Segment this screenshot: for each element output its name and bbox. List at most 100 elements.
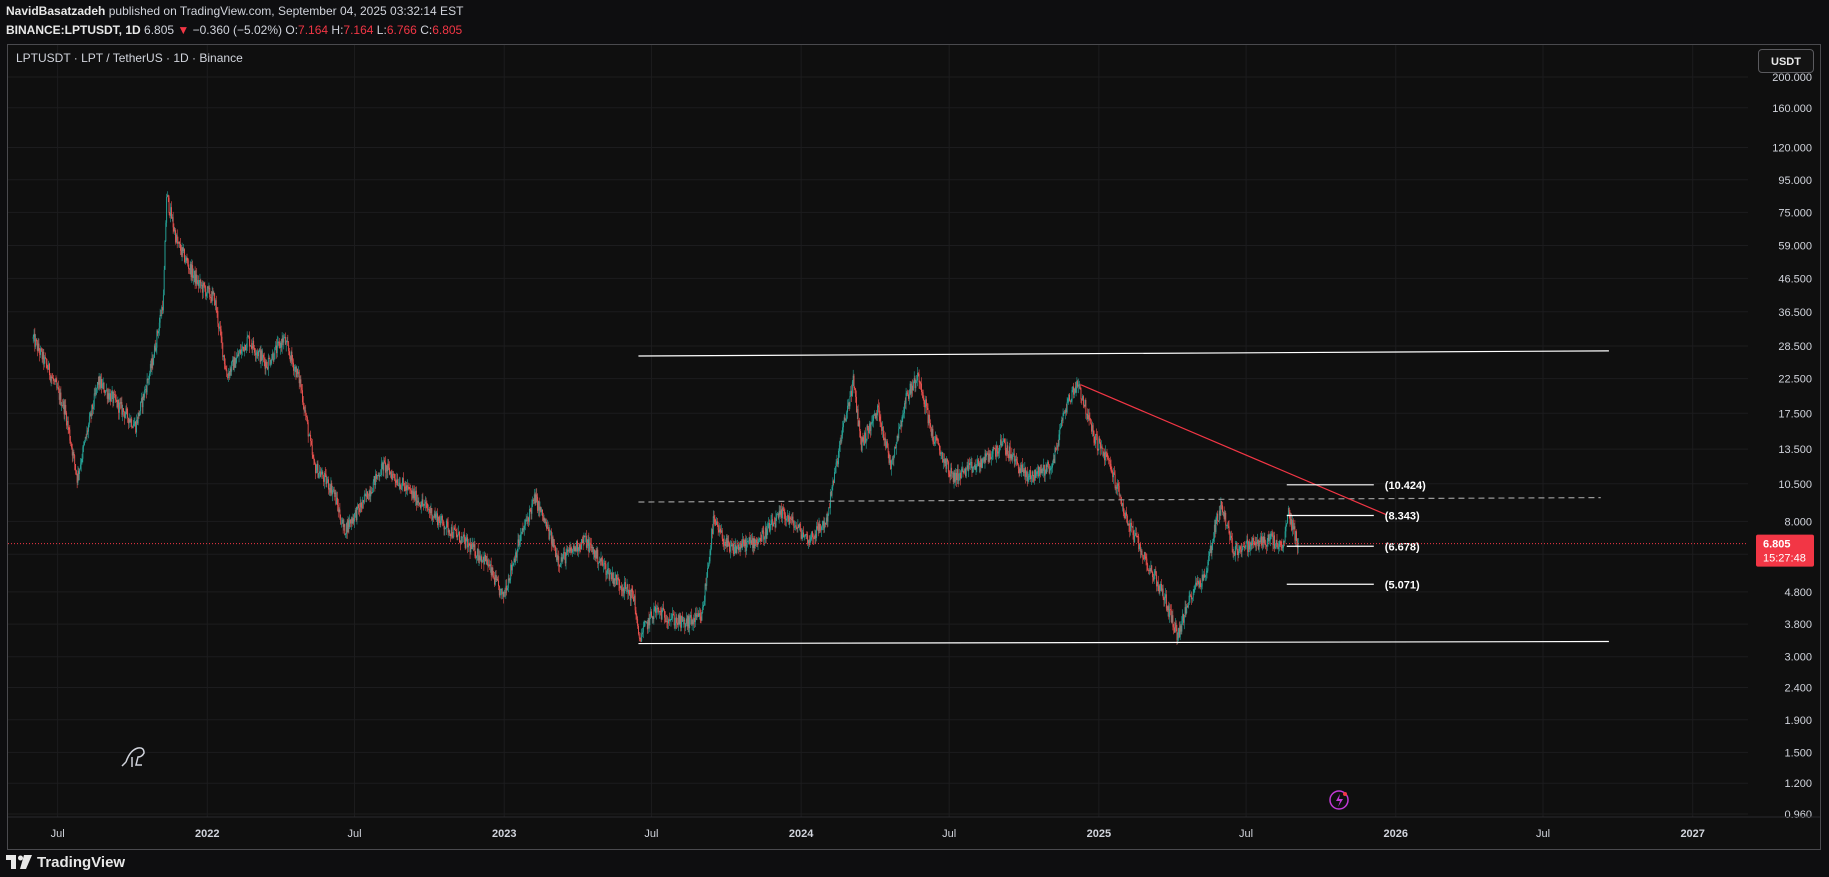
candle-body	[1102, 447, 1104, 456]
candle-body	[158, 322, 160, 332]
candle-body	[1006, 445, 1008, 455]
candle-body	[763, 531, 765, 540]
candle-body	[810, 537, 812, 540]
candle-body	[294, 367, 296, 368]
candle-body	[439, 521, 441, 526]
candle-body	[1054, 448, 1056, 464]
chart-frame[interactable]: Jul 2022 Jul 2023 Jul 2024 Jul 2025 Jul 2026 Jul 20…	[7, 44, 1821, 850]
candle-body	[702, 606, 704, 613]
candle-body	[192, 265, 194, 278]
candle-body	[1267, 534, 1269, 541]
candle-body	[1135, 532, 1137, 536]
candle-body	[56, 382, 58, 388]
x-tick-label: Jul	[942, 828, 956, 840]
candle-body	[284, 336, 286, 345]
candle-body	[1239, 546, 1241, 552]
candle-body	[989, 453, 991, 457]
candle-body	[124, 414, 126, 418]
candle-body	[373, 476, 375, 482]
candle-body	[216, 311, 218, 312]
candle-body	[630, 588, 632, 601]
candle-body	[938, 445, 940, 451]
candle-body	[890, 460, 892, 470]
candle-body	[784, 514, 786, 519]
candle-body	[538, 501, 540, 511]
author-name[interactable]: NavidBasatzadeh	[6, 4, 105, 18]
candle-body	[940, 452, 942, 454]
candle-body	[1248, 541, 1250, 550]
candle-body	[620, 586, 621, 589]
y-tick-label: 2.400	[1784, 683, 1812, 695]
x-tick-label: 2026	[1384, 828, 1408, 840]
candle-body	[1058, 434, 1060, 446]
candle-body	[815, 534, 817, 538]
candle-body	[205, 288, 207, 297]
candle-body	[234, 357, 236, 368]
candle-body	[1020, 468, 1022, 473]
candle-body	[518, 539, 520, 546]
candle-body	[478, 555, 480, 561]
candle-body	[875, 413, 877, 419]
candle-body	[611, 573, 613, 580]
tradingview-footer[interactable]: TradingView	[6, 851, 125, 873]
candle-body	[699, 613, 701, 617]
candle-body	[261, 350, 263, 360]
price-chart[interactable]: Jul 2022 Jul 2023 Jul 2024 Jul 2025 Jul 2026 Jul 20…	[8, 45, 1820, 849]
candle-body	[525, 519, 527, 521]
candle-body	[611, 572, 613, 580]
candle-body	[506, 585, 508, 591]
candle-body	[1241, 549, 1243, 552]
candle-body	[280, 342, 281, 349]
candle-body	[546, 521, 547, 529]
currency-button[interactable]: USDT	[1758, 49, 1814, 73]
candle-body	[1065, 409, 1067, 413]
candle-body	[1166, 608, 1168, 611]
candle-body	[765, 527, 767, 539]
candle-body	[1201, 574, 1203, 587]
candle-body	[953, 472, 955, 482]
candle-body	[1112, 472, 1114, 478]
candle-body	[494, 577, 495, 585]
candle-body	[855, 388, 857, 397]
candle-body	[1131, 526, 1133, 527]
candle-body	[542, 516, 544, 521]
candle-body	[947, 461, 949, 472]
candle-body	[84, 441, 85, 445]
candle-body	[826, 517, 828, 522]
candle-body	[870, 423, 872, 431]
candle-body	[938, 443, 940, 446]
candle-body	[1258, 540, 1260, 550]
candle-body	[225, 368, 227, 371]
candle-body	[429, 511, 431, 514]
candle-body	[108, 393, 110, 400]
candle-body	[1061, 420, 1063, 421]
open-label: O:	[285, 23, 299, 37]
candle-body	[462, 536, 464, 538]
candle-body	[406, 485, 408, 491]
candle-body	[262, 354, 264, 358]
channel-bottom-line	[638, 640, 1609, 645]
candle-body	[507, 578, 509, 588]
candle-body	[1053, 458, 1055, 464]
candle-body	[437, 513, 438, 526]
candle-body	[629, 594, 631, 601]
candle-body	[834, 466, 836, 473]
candle-body	[1042, 471, 1044, 474]
candle-body	[837, 461, 839, 465]
candle-body	[441, 515, 443, 521]
candle-body	[1003, 439, 1005, 442]
candle-body	[849, 395, 851, 407]
candle-body	[397, 479, 399, 486]
candle-body	[799, 523, 801, 532]
candle-body	[725, 537, 727, 546]
candle-body	[613, 578, 615, 584]
candle-body	[623, 588, 625, 594]
candle-body	[419, 502, 421, 505]
candle-body	[683, 619, 685, 621]
candle-body	[534, 494, 536, 504]
candle-body	[1284, 531, 1286, 542]
candle-body	[111, 391, 113, 394]
candle-body	[680, 615, 682, 628]
candle-body	[181, 247, 183, 256]
candle-body	[40, 348, 42, 351]
